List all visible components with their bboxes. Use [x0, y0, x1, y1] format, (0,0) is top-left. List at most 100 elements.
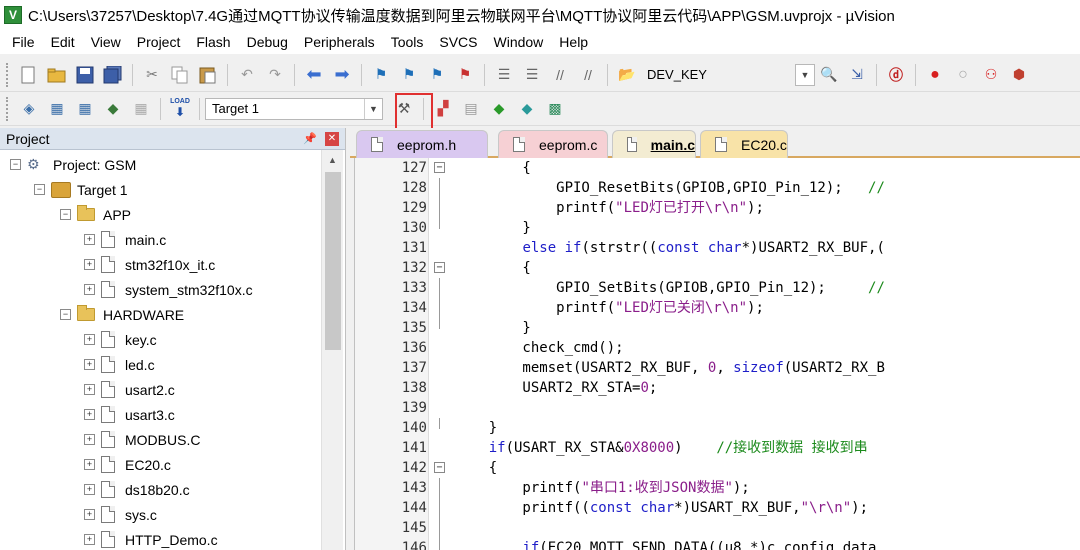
expand-icon[interactable]: + — [84, 484, 95, 495]
tab-eeprom-h[interactable]: eeprom.h — [356, 130, 488, 158]
menu-tools[interactable]: Tools — [383, 31, 432, 53]
select-packs-icon[interactable]: ▤ — [460, 98, 482, 120]
save-all-icon[interactable] — [102, 64, 124, 86]
tree-item-key-c[interactable]: + key.c — [84, 327, 157, 352]
bookmark-previous-icon[interactable]: ⚑ — [398, 64, 420, 86]
tree-item-ec20-c[interactable]: + EC20.c — [84, 452, 171, 477]
menu-view[interactable]: View — [83, 31, 129, 53]
menu-peripherals[interactable]: Peripherals — [296, 31, 383, 53]
expand-icon[interactable]: + — [84, 284, 95, 295]
uncomment-icon[interactable]: // — [577, 64, 599, 86]
tab-main-c[interactable]: main.c — [612, 130, 696, 158]
save-icon[interactable] — [74, 64, 96, 86]
expand-icon[interactable]: + — [84, 434, 95, 445]
tree-item-target-1[interactable]: − Target 1 — [34, 177, 128, 202]
tree-item-main-c[interactable]: + main.c — [84, 227, 166, 252]
expand-icon[interactable]: + — [84, 234, 95, 245]
uvision-app-icon: V — [4, 6, 22, 24]
pin-icon[interactable]: 📌 — [303, 132, 317, 145]
toolbar-grip[interactable] — [6, 96, 10, 121]
code-editor[interactable]: 127− {128 GPIO_ResetBits(GPIOB,GPIO_Pin_… — [354, 158, 1080, 550]
tree-item-led-c[interactable]: + led.c — [84, 352, 155, 377]
indent-icon[interactable]: ☰ — [493, 64, 515, 86]
cut-icon[interactable]: ✂ — [141, 64, 163, 86]
menu-help[interactable]: Help — [551, 31, 596, 53]
undo-icon[interactable]: ↶ — [236, 64, 258, 86]
tree-item-sys-c[interactable]: + sys.c — [84, 502, 157, 527]
scrollbar-thumb[interactable] — [325, 172, 341, 350]
new-file-icon[interactable] — [18, 64, 40, 86]
fold-collapse-icon[interactable]: − — [434, 262, 445, 273]
unindent-icon[interactable]: ☰ — [521, 64, 543, 86]
bookmark-clear-icon[interactable]: ⚑ — [454, 64, 476, 86]
breakpoint-enable-icon[interactable]: ○ — [952, 64, 974, 86]
tree-item-system-stm32f10x-c[interactable]: + system_stm32f10x.c — [84, 277, 253, 302]
breakpoint-insert-icon[interactable]: ● — [924, 64, 946, 86]
bookmark-next-icon[interactable]: ⚑ — [426, 64, 448, 86]
expand-icon[interactable]: + — [84, 459, 95, 470]
menu-debug[interactable]: Debug — [239, 31, 296, 53]
tree-item-project-gsm[interactable]: − ⚙ Project: GSM — [10, 152, 136, 177]
debug-session-icon[interactable]: ⓓ — [885, 64, 907, 86]
tree-item-app[interactable]: − APP — [60, 202, 131, 227]
fold-collapse-icon[interactable]: − — [434, 462, 445, 473]
find-combo-arrow[interactable]: ▼ — [794, 63, 815, 86]
manage-project-items-icon[interactable]: ▞ — [432, 98, 454, 120]
redo-icon[interactable]: ↷ — [264, 64, 286, 86]
menu-window[interactable]: Window — [486, 31, 552, 53]
expand-icon[interactable]: + — [84, 359, 95, 370]
tab-EC20-c[interactable]: EC20.c — [700, 130, 788, 158]
rebuild-icon[interactable]: ▦ — [74, 98, 96, 120]
breakpoint-disable-all-icon[interactable]: ⚇ — [980, 64, 1002, 86]
collapse-icon[interactable]: − — [10, 159, 21, 170]
tree-item-usart3-c[interactable]: + usart3.c — [84, 402, 175, 427]
tree-item-stm32f10x-it-c[interactable]: + stm32f10x_it.c — [84, 252, 215, 277]
copy-icon[interactable] — [169, 64, 191, 86]
collapse-icon[interactable]: − — [34, 184, 45, 195]
expand-icon[interactable]: + — [84, 509, 95, 520]
tree-item-http-demo-c[interactable]: + HTTP_Demo.c — [84, 527, 218, 550]
tree-item-ds18b20-c[interactable]: + ds18b20.c — [84, 477, 190, 502]
expand-icon[interactable]: + — [84, 334, 95, 345]
line-number: 128 — [401, 180, 427, 196]
incremental-find-icon[interactable]: ⇲ — [846, 64, 868, 86]
fold-collapse-icon[interactable]: − — [434, 162, 445, 173]
collapse-icon[interactable]: − — [60, 309, 71, 320]
navigate-back-icon[interactable]: ⬅ — [303, 64, 325, 86]
menu-svcs[interactable]: SVCS — [431, 31, 485, 53]
open-folder-icon[interactable] — [46, 64, 68, 86]
download-load-icon[interactable]: LOAD ⬇ — [169, 98, 191, 120]
breakpoint-kill-all-icon[interactable]: ⬢ — [1008, 64, 1030, 86]
find-icon[interactable]: 🔍 — [818, 64, 840, 86]
tab-eeprom-c[interactable]: eeprom.c — [498, 130, 608, 158]
rte-icon[interactable]: ▩ — [544, 98, 566, 120]
translate-icon[interactable]: ◈ — [18, 98, 40, 120]
menu-edit[interactable]: Edit — [43, 31, 83, 53]
paste-icon[interactable] — [197, 64, 219, 86]
scroll-up-icon[interactable]: ▲ — [322, 150, 343, 170]
stop-build-icon[interactable]: ▦ — [130, 98, 152, 120]
expand-icon[interactable]: + — [84, 534, 95, 545]
manage-run-time-environment-icon[interactable]: ◆ — [488, 98, 510, 120]
expand-icon[interactable]: + — [84, 259, 95, 270]
expand-icon[interactable]: + — [84, 409, 95, 420]
navigate-forward-icon[interactable]: ➡ — [331, 64, 353, 86]
menu-flash[interactable]: Flash — [188, 31, 238, 53]
menu-project[interactable]: Project — [129, 31, 189, 53]
pack-installer-icon[interactable]: ◆ — [516, 98, 538, 120]
menu-file[interactable]: File — [4, 31, 43, 53]
toolbar-grip[interactable] — [6, 62, 10, 87]
expand-icon[interactable]: + — [84, 384, 95, 395]
collapse-icon[interactable]: − — [60, 209, 71, 220]
tree-item-modbus-c[interactable]: + MODBUS.C — [84, 427, 200, 452]
build-icon[interactable]: ▦ — [46, 98, 68, 120]
tree-item-hardware[interactable]: − HARDWARE — [60, 302, 184, 327]
find-in-files-icon[interactable]: 📂 — [616, 64, 638, 86]
tree-item-usart2-c[interactable]: + usart2.c — [84, 377, 175, 402]
comment-icon[interactable]: // — [549, 64, 571, 86]
project-scrollbar[interactable]: ▲ — [321, 150, 343, 550]
target-select[interactable]: Target 1 ▼ — [205, 97, 383, 120]
bookmark-insert-icon[interactable]: ⚑ — [370, 64, 392, 86]
batch-build-icon[interactable]: ◆ — [102, 98, 124, 120]
close-icon[interactable]: ✕ — [325, 131, 339, 146]
